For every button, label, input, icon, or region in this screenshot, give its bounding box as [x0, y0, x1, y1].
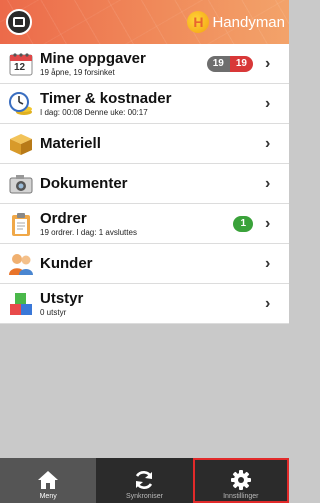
menu-item-timer-kostnader[interactable]: Timer & kostnader I dag: 00:08 Denne uke…	[0, 84, 289, 124]
calendar-day: 12	[14, 62, 26, 73]
gear-icon	[230, 470, 251, 490]
clock-coins-icon	[8, 91, 34, 117]
camera-icon	[8, 171, 34, 197]
menu-item-title: Ordrer	[40, 209, 87, 227]
menu-item-subtitle: 19 ordrer. I dag: 1 avsluttes	[40, 227, 137, 237]
menu-item-materiell[interactable]: Materiell ›	[0, 124, 289, 164]
task-count-badges: 19 19	[206, 56, 253, 72]
main-menu-list: 12 Mine oppgaver 19 åpne, 19 forsinket 1…	[0, 44, 289, 324]
menu-item-dokumenter[interactable]: Dokumenter ›	[0, 164, 289, 204]
calendar-icon: 12	[8, 51, 34, 77]
open-count-badge: 19	[206, 56, 230, 72]
closing-today-badge: 1	[233, 216, 253, 232]
nav-label: Synkroniser	[126, 493, 163, 500]
menu-item-kunder[interactable]: Kunder ›	[0, 244, 289, 284]
clipboard-icon	[8, 211, 34, 237]
brand: H Handyman	[187, 11, 285, 33]
menu-item-title: Timer & kostnader	[40, 89, 172, 107]
chevron-right-icon: ›	[265, 175, 271, 192]
nav-label: Meny	[39, 493, 57, 500]
menu-item-title: Mine oppgaver	[40, 49, 146, 67]
chevron-right-icon: ›	[265, 295, 271, 312]
menu-item-title: Kunder	[40, 255, 93, 272]
nav-menu-button[interactable]: Meny	[0, 458, 97, 503]
chevron-right-icon: ›	[265, 135, 271, 152]
order-count-badges: 1	[233, 216, 253, 232]
window-icon	[13, 17, 25, 27]
menu-item-title: Materiell	[40, 135, 101, 152]
sync-icon	[136, 471, 153, 489]
brand-name: Handyman	[212, 13, 285, 31]
menu-item-mine-oppgaver[interactable]: 12 Mine oppgaver 19 åpne, 19 forsinket 1…	[0, 44, 289, 84]
chevron-right-icon: ›	[265, 55, 271, 72]
box-icon	[8, 131, 34, 157]
menu-item-subtitle: I dag: 00:08 Denne uke: 00:17	[40, 107, 148, 117]
chevron-right-icon: ›	[265, 255, 271, 272]
menu-item-title: Utstyr	[40, 289, 84, 307]
menu-toggle-button[interactable]	[6, 9, 32, 35]
menu-item-ordrer[interactable]: Ordrer 19 ordrer. I dag: 1 avsluttes 1 ›	[0, 204, 289, 244]
cubes-icon	[8, 291, 34, 317]
menu-item-subtitle: 19 åpne, 19 forsinket	[40, 67, 115, 77]
bottom-navigation: Meny Synkroniser Innstillinger	[0, 458, 289, 503]
home-icon	[38, 471, 59, 489]
late-count-badge: 19	[229, 56, 253, 72]
nav-settings-button[interactable]: Innstillinger	[192, 458, 289, 503]
menu-item-subtitle: 0 utstyr	[40, 307, 67, 317]
menu-item-utstyr[interactable]: Utstyr 0 utstyr ›	[0, 284, 289, 324]
nav-label: Innstillinger	[223, 493, 259, 500]
handyman-logo-icon: H	[187, 11, 210, 33]
app-header: H Handyman	[0, 0, 289, 44]
nav-sync-button[interactable]: Synkroniser	[96, 458, 192, 503]
chevron-right-icon: ›	[265, 95, 271, 112]
people-icon	[8, 251, 34, 277]
chevron-right-icon: ›	[265, 215, 271, 232]
menu-item-title: Dokumenter	[40, 175, 128, 192]
